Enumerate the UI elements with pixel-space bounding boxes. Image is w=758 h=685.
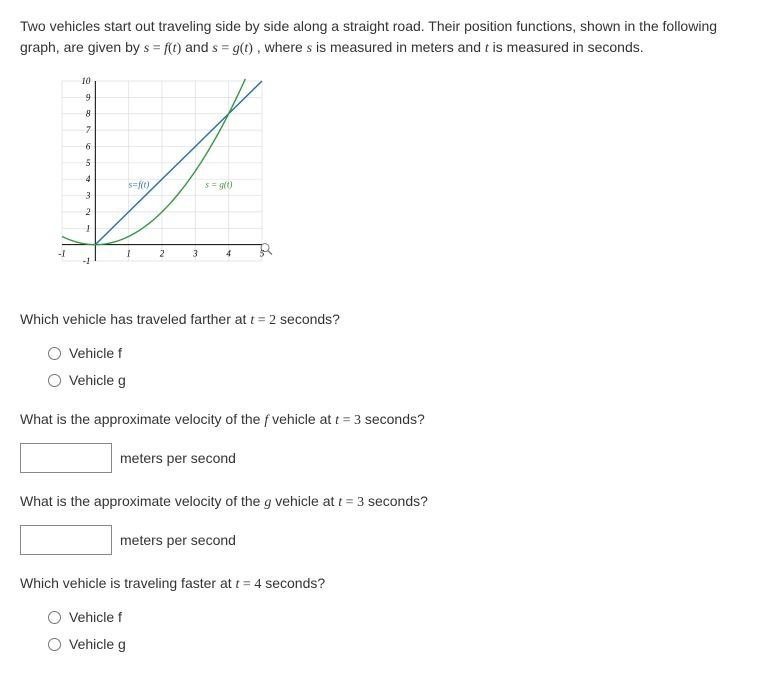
q1-radio-g[interactable]: [48, 374, 61, 387]
question-2: What is the approximate velocity of the …: [20, 409, 738, 431]
q1-label-f: Vehicle f: [69, 343, 122, 364]
svg-text:7: 7: [86, 125, 91, 135]
q2-unit: meters per second: [120, 448, 236, 469]
svg-text:10: 10: [81, 76, 91, 86]
svg-text:2: 2: [86, 207, 91, 217]
svg-text:6: 6: [86, 141, 91, 151]
svg-text:-1: -1: [58, 249, 66, 259]
svg-text:-1: -1: [83, 256, 91, 266]
q4-radio-f[interactable]: [48, 611, 61, 624]
q4-label-f: Vehicle f: [69, 607, 122, 628]
q1-label-g: Vehicle g: [69, 370, 126, 391]
svg-text:2: 2: [160, 249, 165, 259]
q3-unit: meters per second: [120, 530, 236, 551]
svg-text:s = g(t): s = g(t): [205, 179, 232, 189]
q4-radio-g[interactable]: [48, 638, 61, 651]
svg-text:4: 4: [86, 174, 91, 184]
q3-velocity-input[interactable]: [20, 525, 112, 555]
q1-radio-group: Vehicle f Vehicle g: [48, 343, 738, 391]
q1-radio-f[interactable]: [48, 347, 61, 360]
q4-radio-group: Vehicle f Vehicle g: [48, 607, 738, 655]
svg-text:s=f(t): s=f(t): [129, 179, 150, 189]
q4-label-g: Vehicle g: [69, 634, 126, 655]
question-1: Which vehicle has traveled farther at t …: [20, 309, 738, 331]
question-4: Which vehicle is traveling faster at t =…: [20, 573, 738, 595]
svg-text:8: 8: [86, 109, 91, 119]
svg-text:1: 1: [126, 249, 130, 259]
svg-text:3: 3: [192, 249, 198, 259]
q2-velocity-input[interactable]: [20, 443, 112, 473]
svg-text:5: 5: [86, 158, 91, 168]
question-3: What is the approximate velocity of the …: [20, 491, 738, 513]
position-graph: -112345-112345678910s=f(t)s = g(t): [20, 71, 738, 291]
svg-text:1: 1: [86, 223, 91, 233]
svg-text:9: 9: [86, 92, 91, 102]
svg-text:4: 4: [226, 249, 231, 259]
svg-text:3: 3: [85, 191, 91, 201]
problem-statement: Two vehicles start out traveling side by…: [20, 16, 738, 59]
